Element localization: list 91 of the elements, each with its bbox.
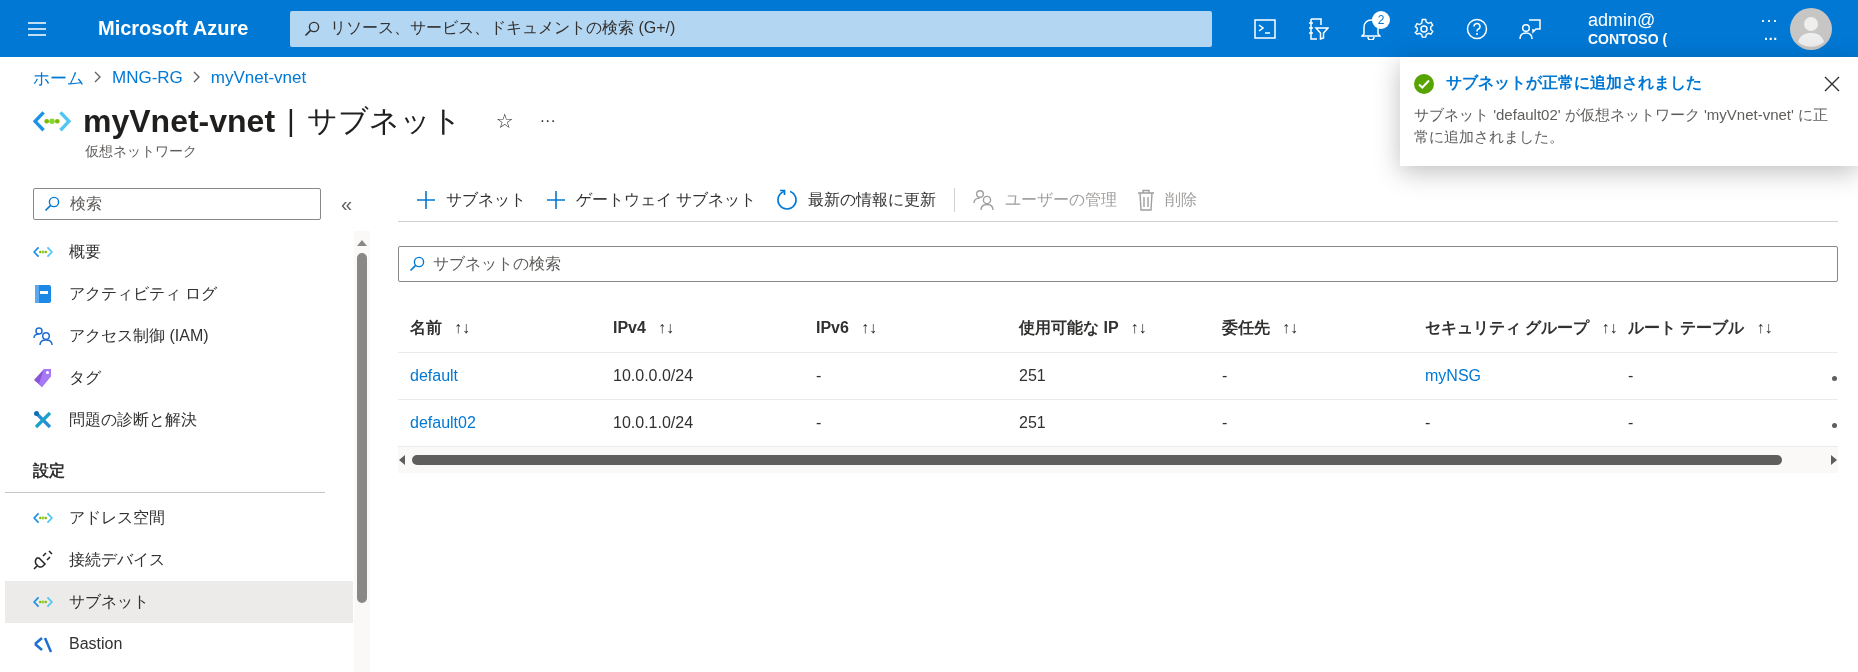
scroll-left-icon[interactable]	[398, 454, 406, 466]
help-icon[interactable]	[1465, 17, 1488, 40]
more-button[interactable]: ···	[539, 112, 556, 130]
nav-item[interactable]: 問題の診断と解決	[5, 399, 354, 441]
table-cell: 251	[1007, 352, 1210, 400]
more-text: ···	[1760, 10, 1778, 31]
table-cell: 251	[1007, 399, 1210, 447]
more-icon[interactable]	[1832, 423, 1837, 428]
search-placeholder: リソース、サービス、ドキュメントの検索 (G+/)	[330, 18, 676, 38]
search-icon	[44, 196, 60, 212]
table-cell: -	[1616, 352, 1819, 400]
more-icon[interactable]	[1832, 376, 1837, 381]
table-cell: 10.0.0.0/24	[601, 352, 804, 400]
title-separator: |	[287, 104, 295, 138]
column-header[interactable]: 名前 ↑↓	[398, 304, 601, 353]
breadcrumb-link[interactable]: myVnet-vnet	[210, 68, 307, 88]
success-icon	[1414, 73, 1434, 94]
resource-link[interactable]: default	[410, 367, 459, 384]
breadcrumb-link[interactable]: MNG-RG	[112, 68, 183, 88]
notification-title: サブネットが正常に追加されました	[1446, 73, 1703, 93]
resource-link[interactable]: myNSG	[1425, 367, 1481, 384]
toolbar-button[interactable]: 最新の情報に更新	[766, 182, 947, 218]
plug-icon	[33, 550, 53, 570]
table-cell: -	[1616, 399, 1819, 447]
column-header[interactable]: ルート テーブル ↑↓	[1616, 304, 1819, 353]
refresh-icon	[776, 189, 799, 211]
directory-name[interactable]: CONTOSO (	[1588, 30, 1668, 47]
book-icon	[33, 284, 53, 304]
table-cell: 10.0.1.0/24	[601, 399, 804, 447]
column-header[interactable]: セキュリティ グループ ↑↓	[1413, 304, 1616, 353]
brand-name[interactable]: Microsoft Azure	[74, 17, 290, 40]
nav-item[interactable]: Bastion	[5, 623, 354, 665]
user-name[interactable]: admin@	[1588, 10, 1656, 31]
table-cell: -	[804, 399, 1007, 447]
scroll-right-icon[interactable]	[1830, 454, 1838, 466]
page-subtitle: 仮想ネットワーク	[85, 143, 198, 161]
column-header[interactable]: 委任先 ↑↓	[1210, 304, 1413, 353]
notification-message: サブネット 'default02' が仮想ネットワーク 'myVnet-vnet' に正常に追加されました。	[1414, 105, 1830, 147]
nav-item[interactable]: 概要	[5, 231, 354, 273]
search-placeholder: サブネットの検索	[433, 253, 561, 274]
page-title: myVnet-vnet	[83, 102, 276, 140]
nav-item[interactable]: アクセス制御 (IAM)	[5, 315, 354, 357]
scroll-up-icon[interactable]	[356, 239, 369, 247]
terminal-icon[interactable]	[1253, 18, 1276, 39]
table-cell: -	[804, 352, 1007, 400]
table-cell: -	[1210, 399, 1413, 447]
tag-icon	[33, 368, 53, 388]
column-header[interactable]: IPv6 ↑↓	[804, 304, 1007, 353]
close-icon[interactable]	[1824, 75, 1840, 92]
table-cell: -	[1210, 352, 1413, 400]
tools-icon	[33, 410, 53, 430]
notification-badge: 2	[1372, 10, 1390, 29]
page-section: サブネット	[306, 100, 462, 142]
plus-icon	[546, 190, 566, 210]
bastion-icon	[33, 634, 53, 654]
collapse-button[interactable]: «	[341, 192, 353, 216]
table-cell: -	[1413, 399, 1616, 447]
search-field[interactable]: サブネットの検索	[398, 246, 1838, 282]
favorite-star[interactable]: ☆	[495, 109, 514, 133]
avatar-icon[interactable]	[1790, 7, 1832, 50]
network-icon	[33, 595, 53, 609]
nav-item[interactable]: 接続デバイス	[5, 539, 354, 581]
nav-item[interactable]: サブネット	[5, 581, 354, 623]
search-icon	[409, 256, 425, 272]
search-field[interactable]: リソース、サービス、ドキュメントの検索 (G+/)	[290, 10, 1212, 47]
network-icon	[33, 511, 53, 525]
nav-item[interactable]: アドレス空間	[5, 497, 354, 539]
people-icon	[33, 326, 53, 346]
scrollbar[interactable]	[354, 231, 370, 672]
settings-icon[interactable]	[1412, 17, 1435, 40]
column-header[interactable]: 使用可能な IP ↑↓	[1007, 304, 1210, 353]
search-field[interactable]: 検索	[33, 188, 321, 220]
resource-link[interactable]: default02	[410, 414, 476, 431]
more-text: ···	[1764, 30, 1778, 47]
horizontal-scrollbar[interactable]	[398, 447, 1838, 473]
people-icon	[973, 189, 996, 211]
toolbar-button[interactable]: サブネット	[406, 182, 536, 218]
column-header[interactable]: IPv4 ↑↓	[601, 304, 804, 353]
breadcrumb-link[interactable]: ホーム	[33, 66, 84, 90]
menu-icon[interactable]	[27, 20, 47, 37]
trash-icon	[1137, 189, 1156, 211]
nav-item[interactable]: アクティビティ ログ	[5, 273, 354, 315]
section-heading: 設定	[5, 441, 326, 493]
plus-icon	[416, 190, 436, 210]
feedback-icon[interactable]	[1518, 17, 1541, 40]
network-icon	[33, 245, 53, 259]
nav-item[interactable]: タグ	[5, 357, 354, 399]
toolbar-button[interactable]: ゲートウェイ サブネット	[536, 182, 767, 218]
search-placeholder: 検索	[70, 193, 102, 214]
search-icon	[304, 20, 320, 37]
filter-icon[interactable]	[1306, 17, 1329, 40]
